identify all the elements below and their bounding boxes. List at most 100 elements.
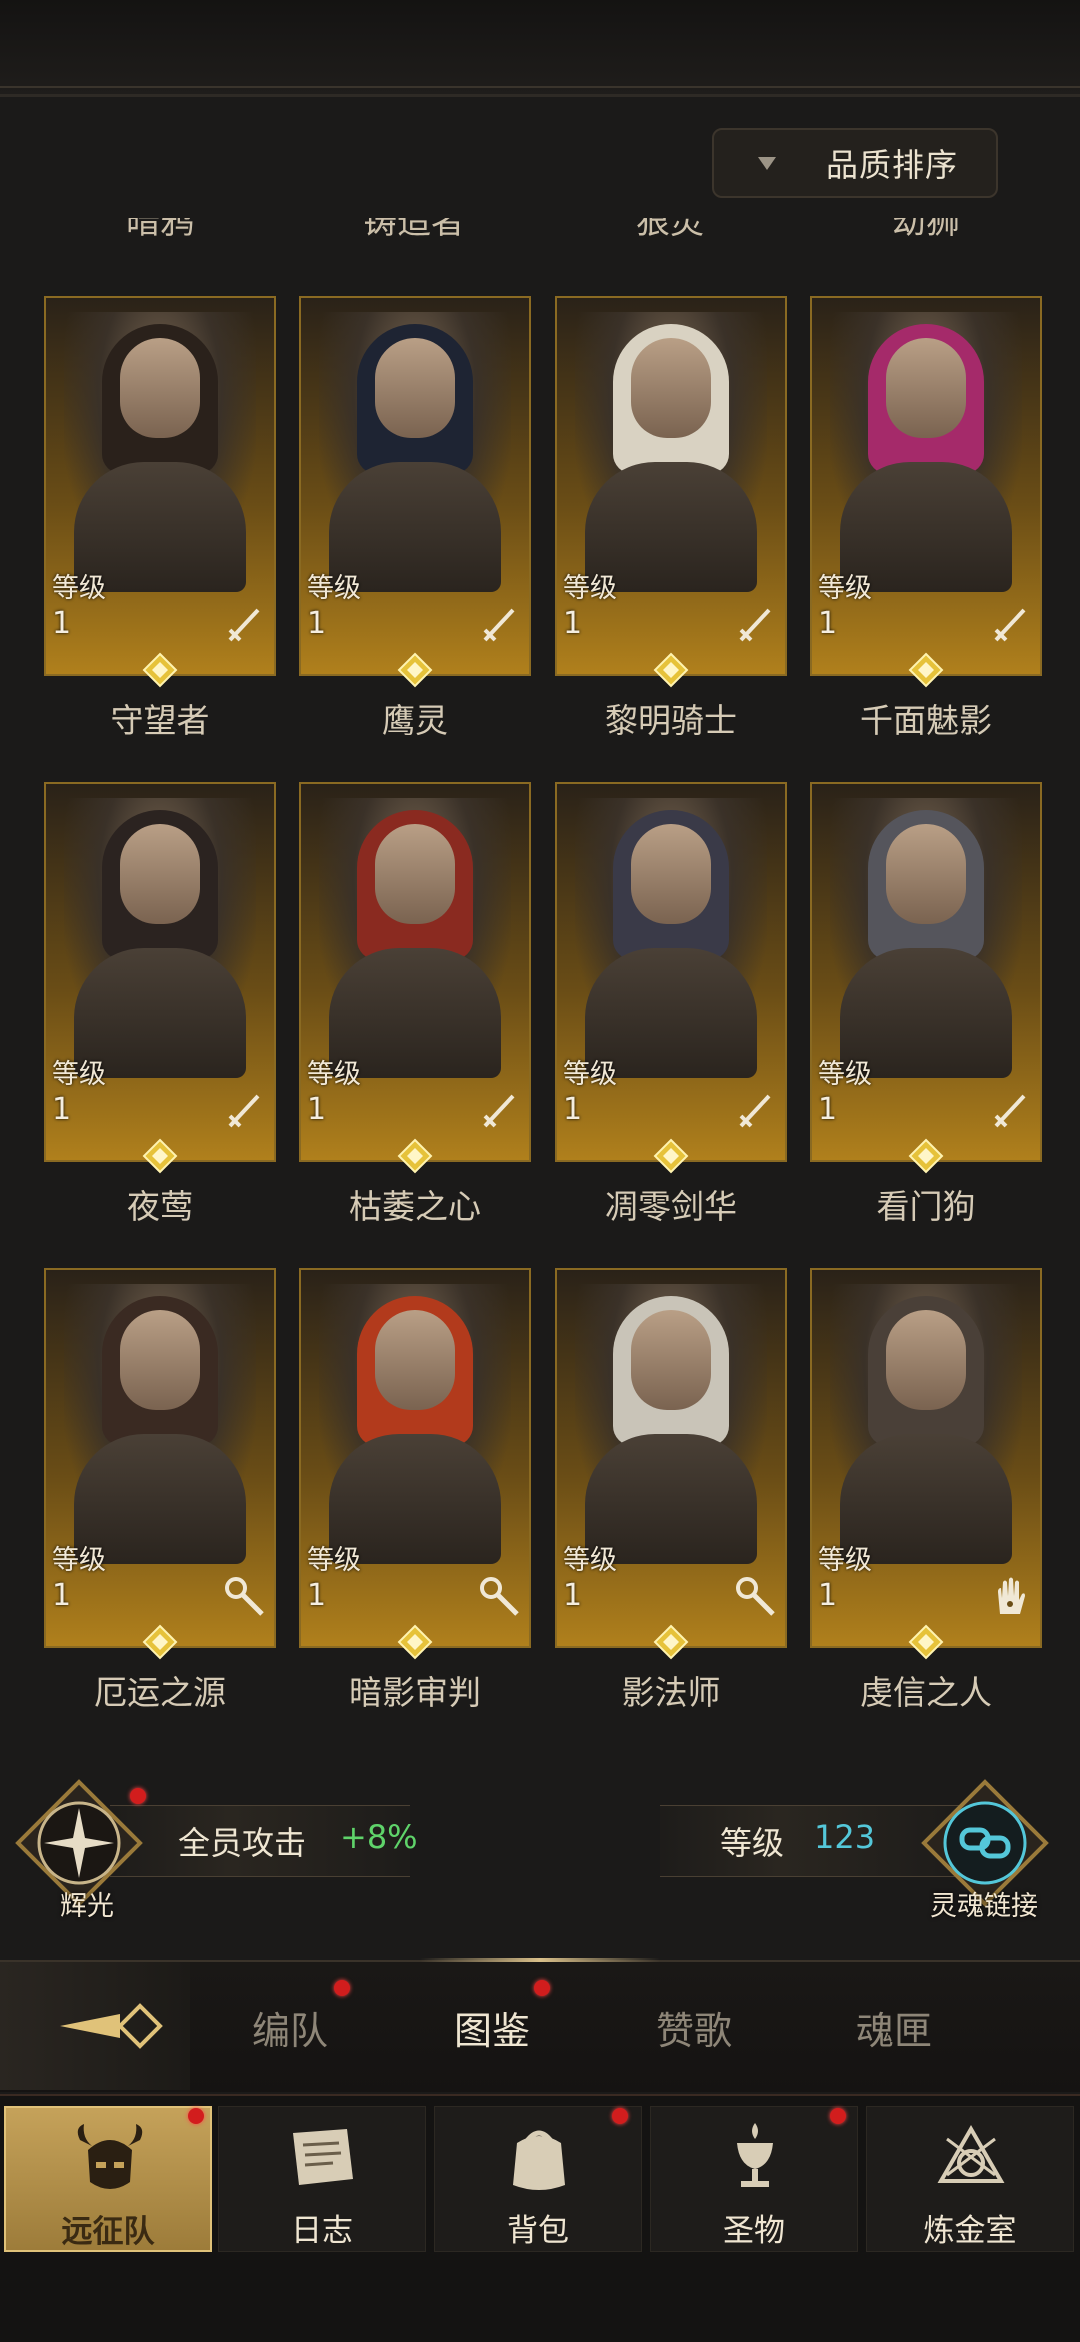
level-label: 等级: [307, 573, 361, 604]
hero-head: [120, 824, 200, 924]
quality-sort-button[interactable]: 品质排序: [712, 128, 998, 198]
hero-name: 厄运之源: [94, 1673, 226, 1712]
hero-card[interactable]: 等级 1: [810, 296, 1042, 688]
hero-head: [886, 338, 966, 438]
hero-name: 夜莺: [127, 1187, 193, 1226]
sword-icon: [483, 608, 515, 642]
nav-relic[interactable]: 圣物: [650, 2106, 858, 2252]
soul-link-level-value: 123: [814, 1818, 876, 1856]
helmet-icon: [77, 2124, 143, 2189]
nav-label: 远征队: [61, 2214, 155, 2250]
hero-level: 1: [563, 606, 583, 641]
notification-dot: [130, 1788, 146, 1804]
level-label: 等级: [818, 1059, 872, 1090]
hero-card[interactable]: 等级 1: [44, 1268, 276, 1660]
hero-name: 守望者: [110, 701, 210, 740]
nav-bag[interactable]: 背包: [434, 2106, 642, 2252]
hero-portrait: [64, 1284, 256, 1564]
sort-label: 品质排序: [826, 146, 959, 184]
notification-dot: [612, 2108, 628, 2124]
staff-icon: [480, 1577, 519, 1616]
radiance-stat-bar: 全员攻击 +8%: [110, 1805, 418, 1877]
sword-icon: [739, 608, 771, 642]
hero-card[interactable]: 等级 1: [44, 296, 276, 688]
hero-name: 凋零剑华: [605, 1187, 737, 1226]
hero-card[interactable]: 等级 1: [299, 296, 531, 688]
back-arrow-icon: [60, 2003, 163, 2049]
level-label: 等级: [563, 1545, 617, 1576]
level-label: 等级: [307, 1545, 361, 1576]
tab-soul-box[interactable]: 魂匣: [856, 2000, 932, 2055]
nav-label: 炼金室: [923, 2213, 1017, 2249]
team-attack-value: +8%: [340, 1818, 418, 1856]
hero-name: 影法师: [621, 1673, 721, 1712]
nav-journal[interactable]: 日志: [218, 2106, 426, 2252]
hero-card[interactable]: 等级 1: [299, 1268, 531, 1660]
notification-dot: [534, 1980, 550, 1996]
rank-gem-icon: [397, 1138, 433, 1174]
rank-gem-icon: [397, 652, 433, 688]
hero-portrait: [575, 312, 767, 592]
back-button[interactable]: [0, 1962, 190, 2090]
level-label: 等级: [52, 573, 106, 604]
hero-portrait: [319, 1284, 511, 1564]
gallery-tab-bar: 编队 图鉴 赞歌 魂匣: [0, 1958, 1080, 2092]
hero-head: [375, 1310, 455, 1410]
sword-icon: [994, 608, 1026, 642]
hero-level: 1: [307, 1092, 327, 1127]
rank-gem-icon: [142, 1138, 178, 1174]
nav-label: 圣物: [723, 2213, 785, 2249]
hero-level: 1: [52, 1578, 72, 1613]
level-label: 等级: [52, 1059, 106, 1090]
hero-head: [631, 1310, 711, 1410]
hero-head: [886, 1310, 966, 1410]
dropdown-triangle-icon: [758, 156, 776, 170]
tab-codex[interactable]: 图鉴: [454, 2000, 530, 2055]
nav-expedition[interactable]: 远征队: [4, 2106, 212, 2252]
hero-card[interactable]: 等级 1: [555, 1268, 787, 1660]
level-label: 等级: [818, 1545, 872, 1576]
alchemy-icon: [937, 2124, 1005, 2183]
bag-icon: [513, 2130, 565, 2190]
notification-dot: [334, 1980, 350, 1996]
hero-name: 看门狗: [876, 1187, 976, 1226]
rank-gem-icon: [142, 652, 178, 688]
hero-head: [631, 824, 711, 924]
level-label: 等级: [818, 573, 872, 604]
rank-gem-icon: [908, 1624, 944, 1660]
notification-dot: [188, 2108, 204, 2124]
hero-card[interactable]: 等级 1: [555, 782, 787, 1174]
cut-hero-name: 暗鸦: [126, 218, 194, 242]
rank-gem-icon: [653, 1624, 689, 1660]
hero-name: 枯萎之心: [349, 1187, 481, 1226]
tab-formation[interactable]: 编队: [252, 2000, 328, 2055]
hero-head: [120, 1310, 200, 1410]
hero-card[interactable]: 等级 1: [555, 296, 787, 688]
hero-portrait: [575, 798, 767, 1078]
hero-name: 千面魅影: [860, 701, 992, 740]
hero-card[interactable]: 等级 1: [810, 782, 1042, 1174]
sword-icon: [739, 1094, 771, 1128]
hero-level: 1: [52, 606, 72, 641]
soul-link-stat-bar: 等级 123: [660, 1805, 960, 1877]
hero-card[interactable]: 等级 1: [44, 782, 276, 1174]
hero-card[interactable]: 等级 1: [299, 782, 531, 1174]
hero-level: 1: [307, 1578, 327, 1613]
scroll-icon: [293, 2129, 353, 2185]
cut-hero-name: 狠灵: [636, 218, 704, 242]
hero-portrait: [64, 312, 256, 592]
hero-level: 1: [563, 1578, 583, 1613]
hero-card[interactable]: 等级 1: [810, 1268, 1042, 1660]
hero-head: [120, 338, 200, 438]
top-bar: [0, 0, 1080, 97]
staff-icon: [225, 1577, 264, 1616]
hero-name: 虔信之人: [860, 1673, 992, 1712]
hero-portrait: [64, 798, 256, 1078]
hero-portrait: [575, 1284, 767, 1564]
hero-name: 黎明骑士: [605, 701, 737, 740]
hero-name: 鹰灵: [382, 701, 448, 740]
soul-link-label: 灵魂链接: [930, 1891, 1038, 1922]
nav-alchemy-room[interactable]: 炼金室: [866, 2106, 1074, 2252]
tab-hymn[interactable]: 赞歌: [656, 2000, 732, 2055]
hero-level: 1: [307, 606, 327, 641]
